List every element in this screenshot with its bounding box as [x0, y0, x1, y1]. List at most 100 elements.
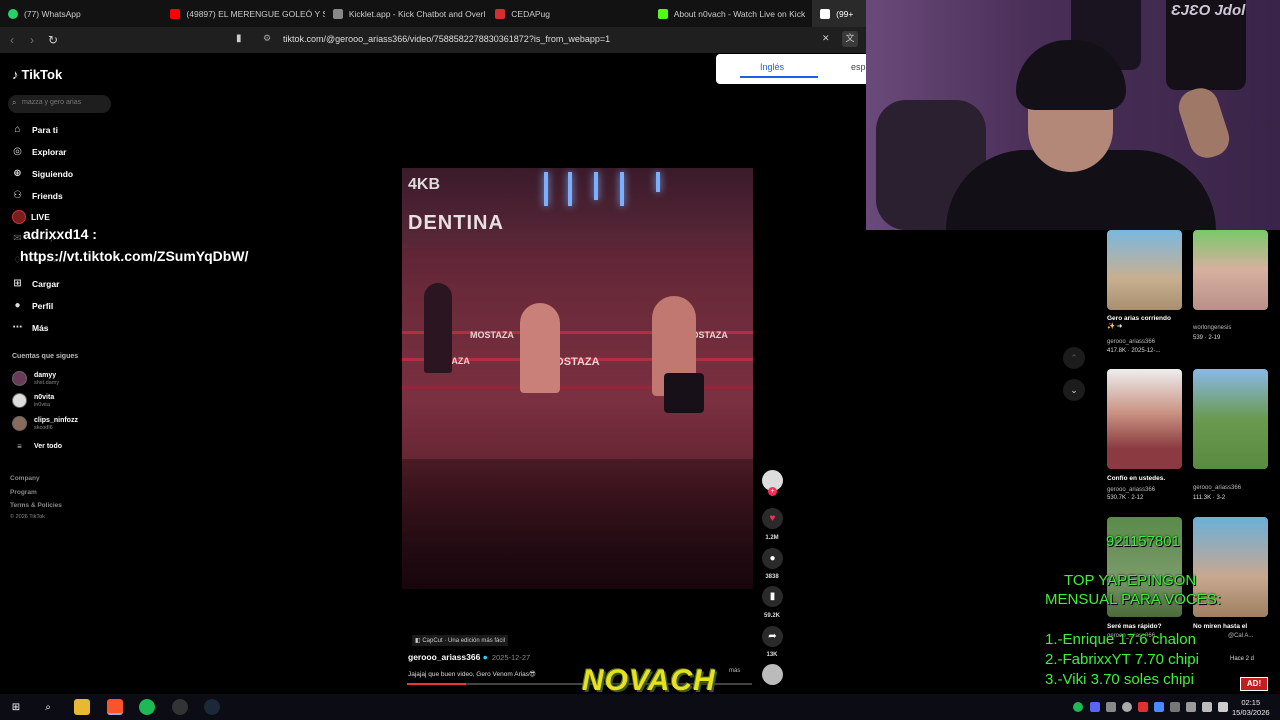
like-icon[interactable]: ♥: [762, 508, 783, 529]
video-banner-title: DENTINA: [408, 212, 504, 234]
recommendation-title: No miren hasta el: [1193, 623, 1248, 630]
live-icon: [12, 210, 26, 224]
obs-tray-icon[interactable]: [1122, 702, 1132, 712]
more-icon: ⋯: [12, 322, 23, 333]
windows-start-icon[interactable]: ⊞: [8, 699, 24, 715]
recommendation-author: gerooo_ariass366: [1107, 339, 1156, 345]
recommendation-author: gerooo_ariass366: [1107, 487, 1156, 493]
browser-tab[interactable]: (49897) EL MERENGUE GOLEÓ Y SE F: [162, 0, 325, 27]
browser-tab[interactable]: (77) WhatsApp: [0, 0, 162, 27]
file-explorer-icon[interactable]: [74, 699, 90, 715]
friends-icon: ⚇: [13, 190, 22, 201]
search-input[interactable]: ⌕ mazza y gero arias: [8, 95, 111, 113]
capcut-badge[interactable]: ◧ CapCut · Una edición más fácil: [412, 635, 509, 646]
translate-tab-underline: [740, 76, 818, 78]
see-all-link[interactable]: ≡ Ver todo: [12, 442, 62, 451]
translate-target-tab[interactable]: espa: [851, 62, 866, 72]
shirt-print-text: ƐJƐO Jdol: [1171, 2, 1246, 19]
profile-icon: ●: [14, 300, 21, 311]
comment-count: 3838: [765, 574, 779, 580]
search-icon: ⌕: [12, 98, 17, 107]
network-icon[interactable]: [1202, 702, 1212, 712]
translate-icon[interactable]: 文: [842, 31, 858, 47]
avatar: [12, 393, 27, 408]
list-icon: ≡: [17, 442, 22, 451]
app-tray-icon[interactable]: [1138, 702, 1148, 712]
tiktok-logo[interactable]: ♪ TikTok: [12, 67, 62, 82]
recommendation-title: Seré mas rápido?: [1107, 623, 1162, 630]
bookmark-icon[interactable]: ▮: [762, 586, 783, 607]
footer-company-link[interactable]: Company: [10, 475, 40, 482]
video-author[interactable]: gerooo_ariass366 ● 2025-12-27: [408, 652, 530, 662]
tiktok-note-icon: ♪: [12, 67, 19, 82]
forward-icon[interactable]: ›: [30, 33, 34, 47]
volume-icon[interactable]: [1218, 702, 1228, 712]
stage-light: [568, 172, 572, 206]
boxer-figure: [520, 303, 560, 393]
spotify-icon[interactable]: [139, 699, 155, 715]
recommendation-author: @Cal A...: [1228, 633, 1254, 639]
recommendation-author: gerooo_ariass366: [1193, 485, 1242, 491]
sidebar-item-live[interactable]: LIVE: [12, 210, 50, 224]
like-count: 1.2M: [765, 535, 779, 541]
recommendation-thumbnail[interactable]: [1107, 369, 1182, 469]
chat-message: https://vt.tiktok.com/ZSumYqDbW/: [20, 248, 249, 264]
share-icon[interactable]: ➦: [762, 626, 783, 647]
comment-icon[interactable]: ●: [762, 548, 783, 569]
back-icon[interactable]: ‹: [10, 33, 14, 47]
referee-figure: [424, 283, 452, 373]
sidebar-item-perfil[interactable]: ● Perfil: [12, 300, 53, 311]
translate-source-tab[interactable]: Inglés: [760, 62, 784, 72]
messages-icon: ✉: [13, 233, 22, 244]
ad-badge: AD!: [1240, 677, 1268, 691]
browser-tab[interactable]: About n0vach - Watch Live on Kick: [650, 0, 812, 27]
browser-tab-active[interactable]: (99+: [812, 0, 866, 27]
url-field[interactable]: tiktok.com/@gerooo_ariass366/video/75885…: [283, 34, 610, 44]
app-tray-icon[interactable]: [1170, 702, 1180, 712]
recommendation-author: worlongenesis: [1193, 325, 1232, 331]
app-tray-icon[interactable]: [1154, 702, 1164, 712]
bookmark-icon[interactable]: ▮: [236, 33, 242, 44]
following-icon: ⊕: [13, 168, 22, 179]
brave-icon[interactable]: [107, 699, 123, 715]
reload-icon[interactable]: ↻: [48, 33, 58, 47]
obs-icon[interactable]: [172, 699, 188, 715]
sidebar-item-explorar[interactable]: ◎ Explorar: [12, 146, 66, 157]
mic-tray-icon[interactable]: [1106, 702, 1116, 712]
sidebar-item-siguiendo[interactable]: ⊕ Siguiendo: [12, 168, 73, 179]
site-info-icon[interactable]: ⚙: [263, 33, 271, 44]
recommendation-thumbnail[interactable]: [1193, 230, 1268, 310]
sidebar-item-friends[interactable]: ⚇ Friends: [12, 190, 63, 201]
search-icon[interactable]: ⌕: [40, 699, 56, 715]
scroll-up-button[interactable]: ⌃: [1063, 347, 1085, 369]
tab-bar: (77) WhatsApp (49897) EL MERENGUE GOLEÓ …: [0, 0, 866, 27]
sidebar-item-cargar[interactable]: ⊞ Cargar: [12, 278, 59, 289]
follow-plus-icon[interactable]: +: [768, 487, 777, 496]
footer-terms-link[interactable]: Terms & Policies: [10, 502, 62, 509]
steam-icon[interactable]: [204, 699, 220, 715]
overlay-phone-number: 921157801: [1106, 533, 1180, 550]
tiktok-icon: [820, 8, 831, 19]
sidebar-item-mas[interactable]: ⋯ Más: [12, 322, 49, 333]
compass-icon: ◎: [13, 146, 22, 157]
system-clock[interactable]: 02:15 15/03/2026: [1232, 698, 1270, 718]
recommendation-thumbnail[interactable]: [1193, 369, 1268, 469]
more-link[interactable]: más: [729, 668, 740, 674]
sound-disc-icon[interactable]: [762, 664, 783, 685]
scroll-down-button[interactable]: ⌄: [1063, 379, 1085, 401]
browser-tab[interactable]: CEDAPug: [487, 0, 649, 27]
video-player[interactable]: 4KB DENTINA MOSTAZA MOSTAZA MOSTAZA MOST…: [402, 168, 753, 589]
sidebar-item-para-ti[interactable]: ⌂ Para ti: [12, 124, 58, 135]
footer-program-link[interactable]: Program: [10, 489, 37, 496]
boxer-shorts: [664, 373, 704, 413]
address-bar: ‹ › ↻ ▮ ⚙ tiktok.com/@gerooo_ariass366/v…: [0, 27, 866, 53]
browser-tab[interactable]: Kicklet.app - Kick Chatbot and Overl: [325, 0, 487, 27]
following-account[interactable]: n0vita in0vita: [12, 393, 54, 408]
following-account[interactable]: damyy shxt.damy: [12, 371, 59, 386]
mute-icon[interactable]: ✕: [822, 33, 830, 44]
discord-tray-icon[interactable]: [1090, 702, 1100, 712]
chevron-up-icon[interactable]: [1186, 702, 1196, 712]
recommendation-thumbnail[interactable]: [1107, 230, 1182, 310]
spotify-tray-icon[interactable]: [1073, 702, 1083, 712]
following-account[interactable]: clips_ninfozz skcodl6: [12, 416, 78, 431]
